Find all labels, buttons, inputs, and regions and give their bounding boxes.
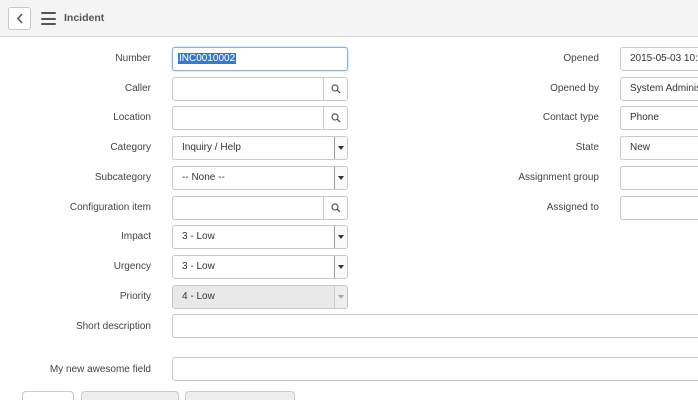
chevron-down-icon[interactable] <box>334 167 347 189</box>
location-field[interactable] <box>172 106 348 130</box>
priority-label: Priority <box>119 291 151 302</box>
custom-field-label: My new awesome field <box>49 364 151 375</box>
chevron-down-icon[interactable] <box>334 256 347 278</box>
location-lookup-button[interactable] <box>323 107 347 129</box>
contact-type-select[interactable]: Phone <box>620 106 698 130</box>
page-title: Incident <box>64 12 105 24</box>
search-icon <box>330 203 340 213</box>
chevron-down-icon[interactable] <box>334 137 347 159</box>
caller-lookup-button[interactable] <box>323 78 347 100</box>
hamburger-icon[interactable] <box>41 12 56 25</box>
contact-type-label: Contact type <box>542 112 599 123</box>
impact-select[interactable]: 3 - Low <box>172 225 348 249</box>
short-description-field[interactable] <box>172 314 698 338</box>
search-icon <box>330 113 340 123</box>
opened-field[interactable]: 2015-05-03 10:5 <box>620 47 698 71</box>
location-label: Location <box>113 112 151 123</box>
number-label: Number <box>115 53 151 64</box>
priority-select: 4 - Low <box>172 285 348 309</box>
tab-1[interactable] <box>22 391 74 400</box>
chevron-left-icon <box>16 13 23 24</box>
assigned-to-field[interactable] <box>620 196 698 220</box>
related-tabs <box>22 391 322 400</box>
opened-by-label: Opened by <box>550 83 599 94</box>
subcategory-label: Subcategory <box>94 172 151 183</box>
search-icon <box>330 84 340 94</box>
subcategory-select[interactable]: -- None -- <box>172 166 348 190</box>
configuration-item-label: Configuration item <box>69 202 151 213</box>
urgency-label: Urgency <box>113 261 151 272</box>
chevron-down-icon[interactable] <box>334 226 347 248</box>
form-header: Incident <box>0 0 698 37</box>
urgency-select[interactable]: 3 - Low <box>172 255 348 279</box>
category-select[interactable]: Inquiry / Help <box>172 136 348 160</box>
number-field[interactable]: INC0010002 <box>172 47 348 71</box>
chevron-down-icon <box>334 286 347 308</box>
tab-3[interactable] <box>185 391 295 400</box>
impact-label: Impact <box>120 231 151 242</box>
state-select[interactable]: New <box>620 136 698 160</box>
caller-label: Caller <box>124 83 151 94</box>
tab-2[interactable] <box>81 391 179 400</box>
caller-field[interactable] <box>172 77 348 101</box>
configuration-item-lookup-button[interactable] <box>323 197 347 219</box>
assignment-group-label: Assignment group <box>518 172 599 183</box>
assigned-to-label: Assigned to <box>546 202 599 213</box>
configuration-item-field[interactable] <box>172 196 348 220</box>
opened-by-field[interactable]: System Adminis <box>620 77 698 101</box>
back-button[interactable] <box>8 7 31 30</box>
opened-label: Opened <box>563 53 599 64</box>
assignment-group-field[interactable] <box>620 166 698 190</box>
category-label: Category <box>110 142 151 153</box>
state-label: State <box>575 142 599 153</box>
custom-field-input[interactable] <box>172 357 698 381</box>
short-description-label: Short description <box>75 321 151 332</box>
